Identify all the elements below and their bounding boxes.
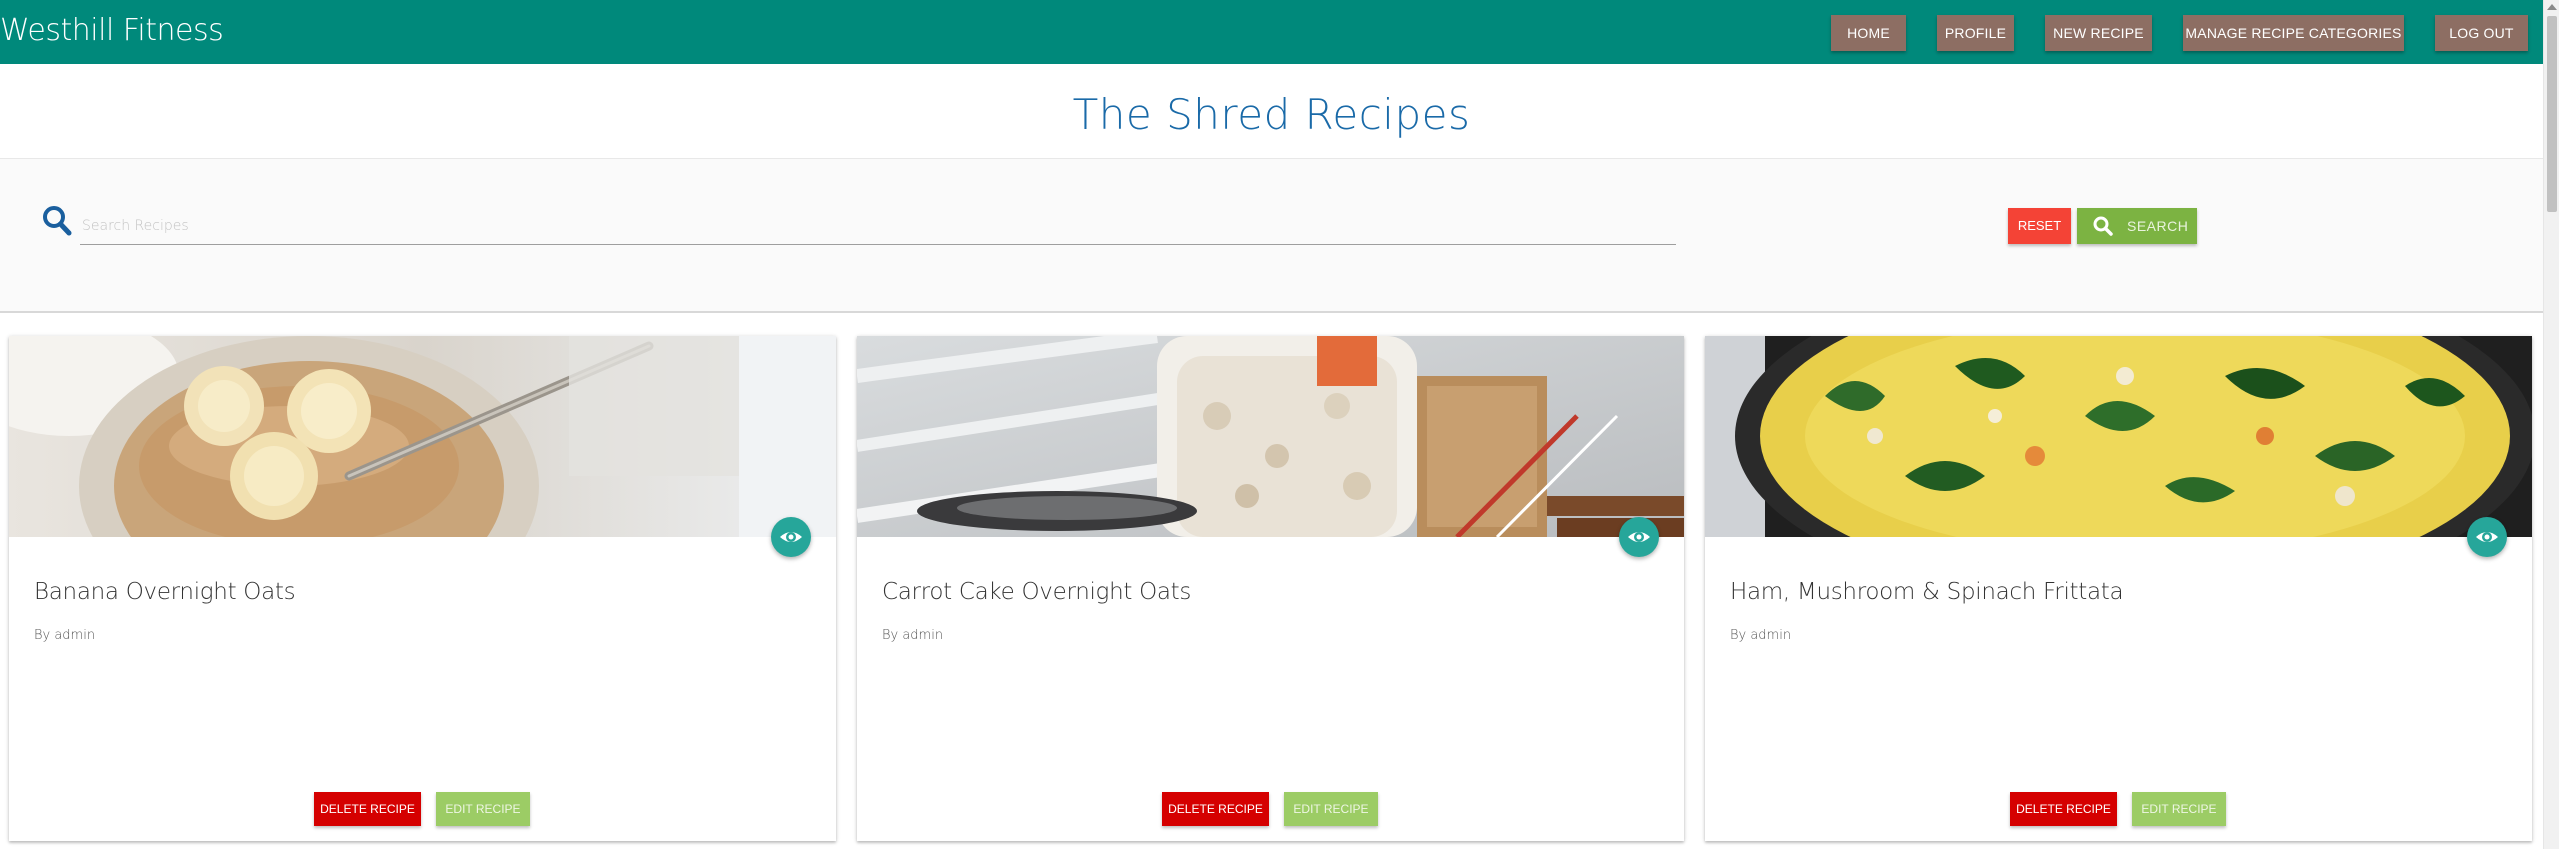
- reset-button[interactable]: RESET: [2008, 208, 2071, 244]
- recipe-title[interactable]: Banana Overnight Oats: [34, 579, 296, 605]
- recipe-card: Carrot Cake Overnight Oats By admin DELE…: [857, 336, 1684, 841]
- recipe-author: By admin: [1730, 628, 1792, 643]
- scroll-thumb[interactable]: [2547, 16, 2557, 212]
- delete-recipe-button[interactable]: DELETE RECIPE: [2010, 792, 2117, 826]
- edit-recipe-button[interactable]: EDIT RECIPE: [436, 792, 530, 826]
- search-button-label: SEARCH: [2127, 218, 2189, 234]
- brand-logo[interactable]: Westhill Fitness: [0, 13, 224, 48]
- recipe-card: Banana Overnight Oats By admin DELETE RE…: [9, 336, 836, 841]
- recipe-author: By admin: [34, 628, 96, 643]
- recipe-title[interactable]: Carrot Cake Overnight Oats: [882, 579, 1191, 605]
- recipe-image[interactable]: [1705, 336, 2532, 537]
- nav-logout-button[interactable]: LOG OUT: [2435, 15, 2528, 51]
- recipe-card: Ham, Mushroom & Spinach Frittata By admi…: [1705, 336, 2532, 841]
- page-title: The Shred Recipes: [1072, 90, 1471, 139]
- nav-profile-button[interactable]: PROFILE: [1937, 15, 2014, 51]
- view-recipe-button[interactable]: [771, 517, 811, 557]
- page-scrollbar[interactable]: [2543, 0, 2559, 849]
- edit-recipe-button[interactable]: EDIT RECIPE: [1284, 792, 1378, 826]
- navbar: Westhill Fitness HOME PROFILE NEW RECIPE…: [0, 0, 2543, 64]
- search-button[interactable]: SEARCH: [2077, 208, 2197, 244]
- recipe-title[interactable]: Ham, Mushroom & Spinach Frittata: [1730, 579, 2124, 605]
- search-input[interactable]: [80, 207, 1676, 245]
- nav-new-recipe-button[interactable]: NEW RECIPE: [2045, 15, 2152, 51]
- title-section: The Shred Recipes: [0, 64, 2543, 159]
- search-button-icon: [2093, 216, 2113, 236]
- delete-recipe-button[interactable]: DELETE RECIPE: [314, 792, 421, 826]
- recipe-image[interactable]: [9, 336, 836, 537]
- delete-recipe-button[interactable]: DELETE RECIPE: [1162, 792, 1269, 826]
- nav-home-button[interactable]: HOME: [1831, 15, 1906, 51]
- recipe-image[interactable]: [857, 336, 1684, 537]
- eye-icon: [2476, 532, 2498, 542]
- recipes-page: Westhill Fitness HOME PROFILE NEW RECIPE…: [0, 0, 2559, 849]
- search-section: RESET SEARCH: [0, 159, 2543, 313]
- scroll-up-arrow-icon[interactable]: [2547, 4, 2557, 10]
- view-recipe-button[interactable]: [2467, 517, 2507, 557]
- nav-manage-categories-button[interactable]: MANAGE RECIPE CATEGORIES: [2183, 15, 2404, 51]
- edit-recipe-button[interactable]: EDIT RECIPE: [2132, 792, 2226, 826]
- search-icon: [43, 206, 72, 236]
- eye-icon: [1628, 532, 1650, 542]
- recipe-author: By admin: [882, 628, 944, 643]
- view-recipe-button[interactable]: [1619, 517, 1659, 557]
- eye-icon: [780, 532, 802, 542]
